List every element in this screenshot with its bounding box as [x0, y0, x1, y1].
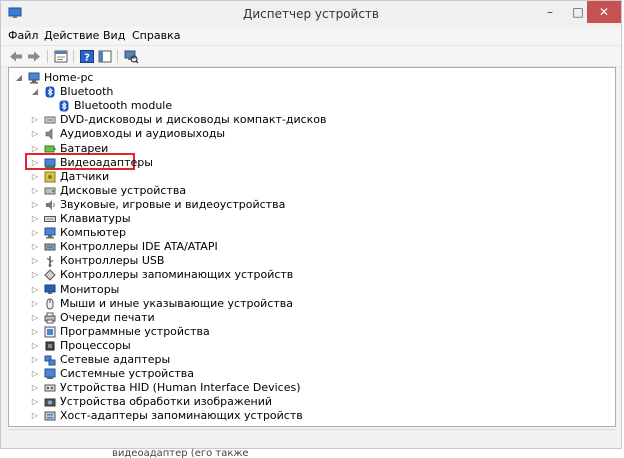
expand-arrow-icon[interactable]: ▷: [31, 226, 39, 240]
processor-icon: [45, 341, 55, 351]
expand-arrow-icon[interactable]: ▷: [31, 353, 39, 367]
usb-icon: [46, 256, 54, 268]
svg-text:?: ?: [84, 53, 90, 64]
title-bar[interactable]: Диспетчер устройств – □ ✕: [1, 1, 621, 27]
tree-item-label: Хост-адаптеры запоминающих устройств: [60, 409, 303, 423]
tree-item-label: Клавиатуры: [60, 212, 131, 225]
tree-item-label: Устройства HID (Human Interface Devices): [60, 381, 301, 395]
expand-arrow-icon[interactable]: ▷: [31, 254, 39, 268]
expand-arrow-icon[interactable]: ▷: [31, 395, 39, 409]
menu-bar: Файл Действие Вид Справка: [1, 27, 621, 45]
expand-arrow-icon[interactable]: ▷: [31, 297, 39, 311]
tree-item-label: Контроллеры запоминающих устройств: [60, 268, 294, 282]
tree-item-label: Bluetooth: [60, 85, 114, 99]
expand-arrow-icon[interactable]: ▷: [31, 170, 39, 184]
properties-icon[interactable]: [53, 49, 69, 64]
display-adapter-icon: [44, 158, 56, 168]
device-manager-window: Диспетчер устройств – □ ✕ Файл Действие …: [0, 0, 622, 449]
tree-item-label: Устройства обработки изображений: [60, 395, 273, 409]
toolbar: ?: [1, 45, 621, 67]
sensor-icon: [44, 171, 56, 183]
monitor-icon: [44, 284, 56, 294]
window-title: Диспетчер устройств: [242, 7, 379, 21]
collapse-arrow-icon[interactable]: ◢: [15, 71, 23, 85]
tree-item-label: Аудиовходы и аудиовыходы: [60, 127, 226, 141]
scan-hardware-icon[interactable]: [123, 49, 139, 64]
ide-controller-icon: [44, 243, 56, 251]
expand-arrow-icon[interactable]: ▷: [31, 212, 39, 226]
expand-arrow-icon[interactable]: ▷: [31, 198, 39, 212]
sound-icon: [46, 199, 55, 210]
back-icon[interactable]: [8, 49, 24, 64]
tree-item-label: Контроллеры USB: [60, 254, 165, 268]
menu-action[interactable]: Действие: [44, 29, 99, 42]
expand-arrow-icon[interactable]: ▷: [31, 127, 39, 141]
audio-icon: [45, 128, 53, 141]
menu-view[interactable]: Вид: [103, 29, 125, 42]
menu-file[interactable]: Файл: [8, 29, 38, 42]
forward-icon[interactable]: [26, 49, 42, 64]
tree-item-label: Датчики: [60, 169, 110, 183]
expand-arrow-icon[interactable]: ▷: [31, 184, 39, 198]
tree-item-label: Батареи: [60, 141, 109, 155]
system-device-icon: [44, 368, 56, 380]
software-device-icon: [44, 326, 56, 338]
expand-arrow-icon[interactable]: ▷: [31, 142, 39, 156]
tree-item-label: Видеоадаптеры: [60, 155, 153, 169]
dvd-icon: [44, 116, 56, 124]
collapse-arrow-icon[interactable]: ◢: [31, 85, 39, 99]
tree-item-label: Системные устройства: [60, 367, 194, 381]
tree-item-label: Процессоры: [60, 338, 131, 352]
expand-arrow-icon[interactable]: ▷: [31, 339, 39, 353]
toolbar-separator: [73, 50, 74, 63]
tree-item-label: Bluetooth module: [74, 99, 173, 113]
tree-item-label: Мониторы: [60, 282, 120, 296]
tree-item-label: Очереди печати: [60, 310, 155, 324]
bluetooth-icon: [45, 86, 55, 98]
expand-arrow-icon[interactable]: ▷: [31, 113, 39, 127]
storage-host-icon: [44, 411, 56, 421]
network-icon: [44, 355, 56, 366]
expand-arrow-icon[interactable]: ▷: [31, 268, 39, 282]
expand-arrow-icon[interactable]: ▷: [31, 381, 39, 395]
help-icon[interactable]: ?: [79, 49, 95, 64]
menu-help[interactable]: Справка: [132, 29, 180, 42]
tree-item-label: Звуковые, игровые и видеоустройства: [60, 197, 286, 211]
background-text: видеоадаптер (его также: [112, 448, 249, 458]
battery-icon: [44, 145, 56, 152]
minimize-button[interactable]: –: [535, 1, 565, 23]
mouse-icon: [46, 298, 54, 310]
imaging-icon: [44, 398, 56, 407]
computer-icon: [44, 227, 56, 239]
expand-arrow-icon[interactable]: ▷: [31, 156, 39, 170]
expand-arrow-icon[interactable]: ▷: [31, 409, 39, 423]
computer-icon: [28, 72, 40, 84]
toolbar-separator: [47, 50, 48, 63]
console-tree-icon[interactable]: [97, 49, 113, 64]
tree-item-label: Программные устройства: [60, 324, 210, 338]
tree-item-label: Контроллеры IDE ATA/ATAPI: [60, 240, 218, 254]
status-bar: [8, 429, 616, 446]
expand-arrow-icon[interactable]: ▷: [31, 325, 39, 339]
storage-controller-icon: [44, 269, 56, 282]
expand-arrow-icon[interactable]: ▷: [31, 311, 39, 325]
close-button[interactable]: ✕: [587, 1, 621, 23]
expand-arrow-icon[interactable]: ▷: [31, 367, 39, 381]
printer-icon: [44, 312, 56, 324]
tree-item-label: Сетевые адаптеры: [60, 353, 171, 366]
device-tree[interactable]: ◢ Home-pc ◢ Bluetooth Bluetooth module ▷ DVD-д…: [8, 67, 616, 427]
tree-item-label: Компьютер: [60, 226, 126, 240]
expand-arrow-icon[interactable]: ▷: [31, 283, 39, 297]
tree-root-label: Home-pc: [44, 71, 94, 84]
tree-item-label: Мыши и иные указывающие устройства: [60, 296, 294, 310]
keyboard-icon: [44, 216, 56, 222]
hid-icon: [44, 384, 56, 392]
bluetooth-icon: [59, 100, 69, 112]
disk-icon: [44, 187, 56, 195]
tree-item-label: Дисковые устройства: [60, 183, 187, 197]
tree-item-label: DVD-дисководы и дисководы компакт-дисков: [60, 113, 327, 127]
toolbar-separator: [117, 50, 118, 63]
expand-arrow-icon[interactable]: ▷: [31, 240, 39, 254]
